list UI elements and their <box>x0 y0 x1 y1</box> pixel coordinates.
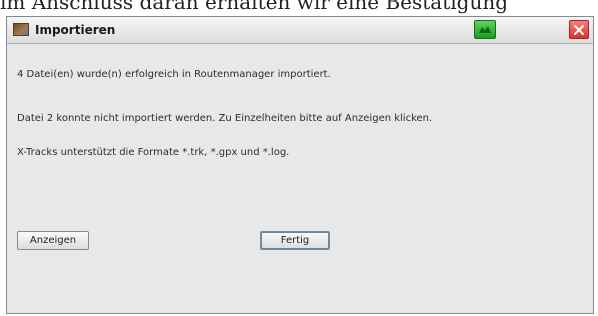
close-icon <box>574 24 584 35</box>
supported-formats-message: X-Tracks unterstützt die Formate *.trk, … <box>17 147 290 158</box>
dialog-title: Importieren <box>35 23 116 37</box>
title-bar[interactable]: Importieren <box>7 17 593 44</box>
import-success-message: 4 Datei(en) wurde(n) erfolgreich in Rout… <box>17 69 331 80</box>
status-icon[interactable] <box>474 20 496 39</box>
caption-text: im Anschluss daran erhalten wir eine Bes… <box>0 0 509 14</box>
app-icon <box>13 23 29 36</box>
import-dialog: Importieren 4 Datei(en) wurde(n) erfolgr… <box>6 16 594 314</box>
status-glyph-icon <box>479 25 491 33</box>
done-button[interactable]: Fertig <box>260 231 330 250</box>
close-button[interactable] <box>569 20 589 39</box>
import-error-message: Datei 2 konnte nicht importiert werden. … <box>17 113 433 124</box>
show-details-button[interactable]: Anzeigen <box>17 231 89 250</box>
